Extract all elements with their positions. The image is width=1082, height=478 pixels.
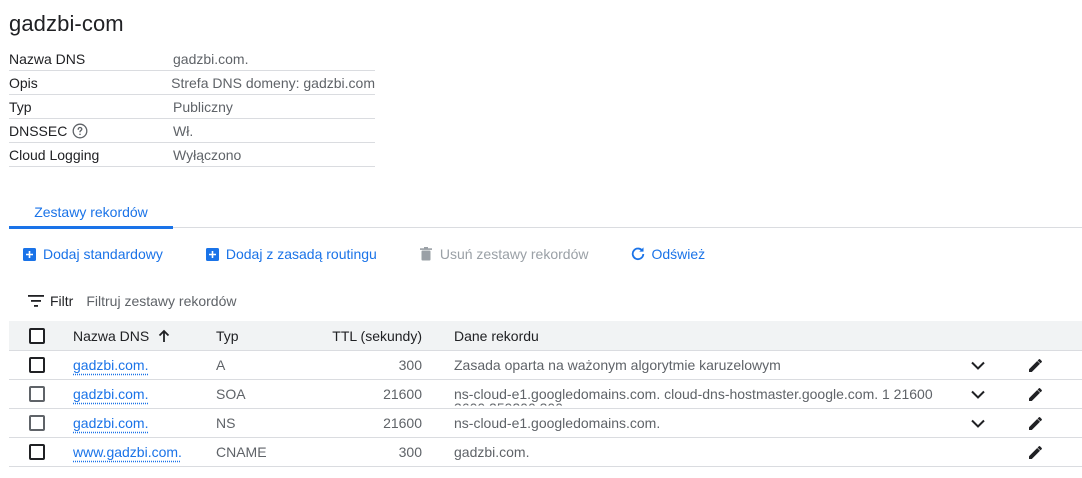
record-name-link[interactable]: gadzbi.com. [73, 386, 148, 402]
refresh-button[interactable]: Odśwież [630, 246, 705, 262]
help-circle-icon[interactable] [72, 123, 88, 139]
delete-record-sets-button[interactable]: Usuń zestawy rekordów [419, 246, 589, 262]
details-key: Cloud Logging [9, 146, 100, 163]
pencil-icon[interactable] [1026, 385, 1044, 403]
record-data: ns-cloud-e1.googledomains.com. [454, 415, 661, 431]
filter-list-icon[interactable] [28, 295, 44, 307]
details-row-dnssec: DNSSEC Wł. [9, 119, 375, 143]
record-name-cell: gadzbi.com. [73, 409, 148, 437]
add-standard-button[interactable]: Dodaj standardowy [22, 246, 163, 262]
add-box-icon [22, 247, 37, 262]
record-type: CNAME [216, 444, 267, 460]
record-type: NS [216, 415, 236, 431]
details-value: Wł. [173, 122, 194, 139]
table-row: www.gadzbi.com. CNAME 300 gadzbi.com. [9, 438, 1082, 467]
record-name-cell: www.gadzbi.com. [73, 438, 182, 466]
details-key: Typ [9, 98, 32, 115]
chevron-down-icon[interactable] [969, 385, 987, 403]
tab-record-sets[interactable]: Zestawy rekordów [9, 195, 173, 229]
details-row-dns-name: Nazwa DNS gadzbi.com. [9, 47, 375, 71]
record-name-link[interactable]: gadzbi.com. [73, 415, 148, 431]
edit-cell [1026, 380, 1044, 408]
expand-cell [969, 409, 987, 437]
trash-icon [419, 247, 434, 262]
chevron-down-icon[interactable] [969, 414, 987, 432]
record-data: ns-cloud-e1.googledomains.com. cloud-dns… [454, 386, 933, 402]
expand-cell [969, 380, 987, 408]
table-row: gadzbi.com. SOA 21600 ns-cloud-e1.google… [9, 380, 1082, 409]
record-name-cell: gadzbi.com. [73, 351, 148, 379]
table-row: gadzbi.com. A 300 Zasada oparta na ważon… [9, 351, 1082, 380]
pencil-icon[interactable] [1026, 443, 1044, 461]
record-type: SOA [216, 386, 246, 402]
add-routing-label: Dodaj z zasadą routingu [225, 246, 377, 262]
chevron-down-icon[interactable] [969, 356, 987, 374]
refresh-icon [630, 247, 645, 262]
add-routing-button[interactable]: Dodaj z zasadą routingu [205, 246, 377, 262]
filter-bar: Filtr [28, 290, 487, 312]
record-name-cell: gadzbi.com. [73, 380, 148, 408]
edit-cell [1026, 351, 1044, 379]
table-row: gadzbi.com. NS 21600 ns-cloud-e1.googled… [9, 409, 1082, 438]
details-row-type: Typ Publiczny [9, 95, 375, 119]
row-checkbox[interactable] [29, 444, 45, 460]
select-all-cell [29, 321, 45, 350]
record-data-clip: ns-cloud-e1.googledomains.com. cloud-dns… [454, 386, 933, 406]
expand-cell [969, 351, 987, 379]
record-data-overflow: 3600 259200 300 [454, 400, 563, 408]
details-row-cloud-logging: Cloud Logging Wyłączono [9, 143, 375, 167]
row-checkbox[interactable] [29, 357, 45, 373]
row-select-cell [29, 380, 45, 408]
details-value: gadzbi.com. [173, 50, 249, 67]
arrow-up-icon [157, 329, 171, 343]
row-checkbox[interactable] [29, 386, 45, 402]
record-data: gadzbi.com. [454, 444, 530, 460]
filter-input[interactable] [86, 293, 487, 309]
details-key-wrap: DNSSEC [9, 123, 173, 139]
filter-label: Filtr [50, 293, 74, 309]
edit-cell [1026, 409, 1044, 437]
row-select-cell [29, 351, 45, 379]
record-ttl: 21600 [383, 415, 422, 431]
column-header-name-label: Nazwa DNS [73, 327, 150, 344]
pencil-icon[interactable] [1026, 356, 1044, 374]
record-ttl: 21600 [383, 386, 422, 402]
column-header-name[interactable]: Nazwa DNS [73, 321, 171, 350]
record-name-link[interactable]: www.gadzbi.com. [73, 444, 182, 460]
tab-bar: Zestawy rekordów [9, 195, 1082, 229]
row-select-cell [29, 409, 45, 437]
row-select-cell [29, 438, 45, 466]
select-all-checkbox[interactable] [29, 327, 45, 344]
edit-cell [1026, 438, 1044, 466]
details-key: Nazwa DNS [9, 50, 86, 67]
row-checkbox[interactable] [29, 415, 45, 431]
delete-label: Usuń zestawy rekordów [439, 246, 589, 262]
column-header-data[interactable]: Dane rekordu [454, 321, 954, 350]
refresh-label: Odśwież [651, 246, 706, 262]
pencil-icon[interactable] [1026, 414, 1044, 432]
record-ttl: 300 [398, 444, 422, 460]
record-sets-table: Nazwa DNS Typ TTL (sekundy) Dane rekordu… [9, 321, 1082, 467]
column-header-ttl[interactable]: TTL (sekundy) [309, 321, 422, 350]
column-header-type[interactable]: Typ [216, 321, 239, 350]
details-row-description: Opis Strefa DNS domeny: gadzbi.com [9, 71, 375, 95]
page-title: gadzbi-com [9, 11, 124, 36]
details-key: Opis [9, 74, 38, 91]
record-data-cell: ns-cloud-e1.googledomains.com. cloud-dns… [454, 380, 954, 408]
record-type: A [216, 357, 226, 373]
table-header-row: Nazwa DNS Typ TTL (sekundy) Dane rekordu [9, 321, 1082, 351]
zone-details: Nazwa DNS gadzbi.com. Opis Strefa DNS do… [9, 47, 375, 167]
details-value: Wyłączono [173, 146, 242, 163]
record-ttl: 300 [398, 357, 422, 373]
add-box-icon [205, 247, 220, 262]
toolbar: Dodaj standardowy Dodaj z zasadą routing… [22, 242, 747, 266]
record-data: Zasada oparta na ważonym algorytmie karu… [454, 357, 781, 373]
add-standard-label: Dodaj standardowy [43, 246, 163, 262]
details-value: Strefa DNS domeny: gadzbi.com [171, 74, 375, 91]
record-name-link[interactable]: gadzbi.com. [73, 357, 148, 373]
details-key: DNSSEC [9, 122, 68, 139]
details-value: Publiczny [173, 98, 233, 115]
